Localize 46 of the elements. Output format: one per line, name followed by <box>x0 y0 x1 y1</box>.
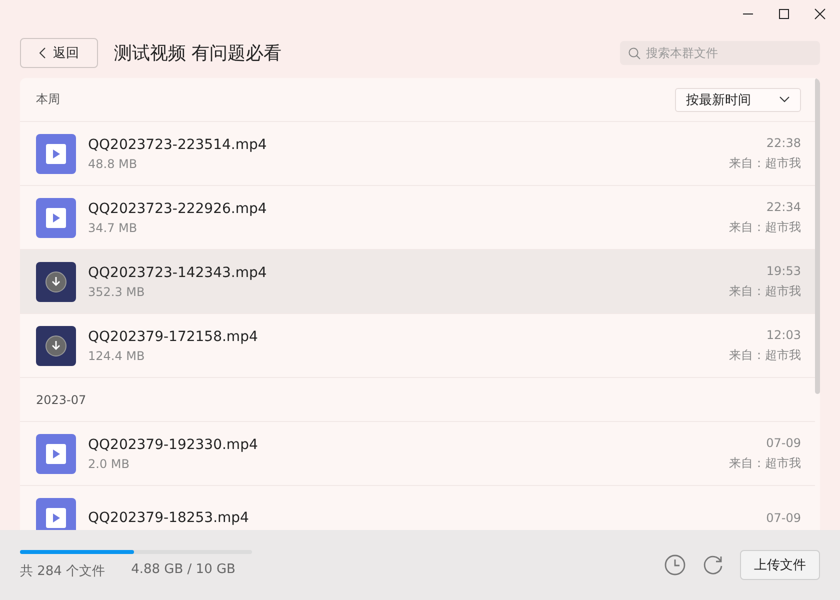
file-time: 19:53 <box>766 264 801 278</box>
maximize-icon[interactable] <box>778 8 790 20</box>
search-field[interactable]: 搜索本群文件 <box>620 41 820 65</box>
file-time: 12:03 <box>766 328 801 342</box>
file-source: 来自：超市我 <box>729 218 801 236</box>
file-name: QQ202379-192330.mp4 <box>88 436 259 452</box>
file-size: 352.3 MB <box>88 284 146 298</box>
video-file-icon <box>36 434 76 474</box>
refresh-icon[interactable] <box>702 554 724 576</box>
file-source: 来自：超市我 <box>729 454 801 472</box>
file-time: 07-09 <box>766 436 801 450</box>
section-label: 本周 <box>36 91 60 108</box>
video-file-icon <box>36 498 76 530</box>
video-file-icon <box>36 198 76 238</box>
file-size: 2.0 MB <box>88 456 130 470</box>
file-source: 来自：超市我 <box>729 346 801 364</box>
storage-usage: 4.88 GB / 10 GB <box>131 562 236 579</box>
chevron-down-icon <box>779 96 790 103</box>
video-file-icon <box>36 134 76 174</box>
section-label: 2023-07 <box>36 392 86 406</box>
file-name: QQ2023723-142343.mp4 <box>88 264 268 280</box>
download-file-icon <box>36 262 76 302</box>
file-size: 48.8 MB <box>88 156 138 170</box>
file-name: QQ2023723-223514.mp4 <box>88 136 268 152</box>
file-row[interactable]: QQ2023723-142343.mp4 352.3 MB 19:53 来自：超市我 <box>20 250 815 314</box>
page-title: 测试视频 有问题必看 <box>114 42 283 65</box>
back-button[interactable]: 返回 <box>20 38 98 68</box>
file-name: QQ202379-18253.mp4 <box>88 510 250 526</box>
upload-button[interactable]: 上传文件 <box>740 550 820 580</box>
chevron-left-icon <box>39 47 47 59</box>
file-source: 来自：超市我 <box>729 282 801 300</box>
sort-dropdown[interactable]: 按最新时间 <box>675 88 801 112</box>
scrollbar-thumb[interactable] <box>815 78 820 394</box>
file-count: 共 284 个文件 <box>20 563 106 580</box>
file-time: 22:34 <box>766 200 801 214</box>
file-time: 07-09 <box>766 510 801 524</box>
file-source: 来自：超市我 <box>729 154 801 172</box>
close-icon[interactable] <box>814 8 826 20</box>
file-time: 22:38 <box>766 136 801 150</box>
search-icon <box>628 47 641 60</box>
file-size: 34.7 MB <box>88 220 138 234</box>
clock-icon[interactable] <box>664 554 686 576</box>
file-name: QQ202379-172158.mp4 <box>88 328 259 344</box>
download-file-icon <box>36 326 76 366</box>
file-name: QQ2023723-222926.mp4 <box>88 200 268 216</box>
file-size: 124.4 MB <box>88 348 146 362</box>
